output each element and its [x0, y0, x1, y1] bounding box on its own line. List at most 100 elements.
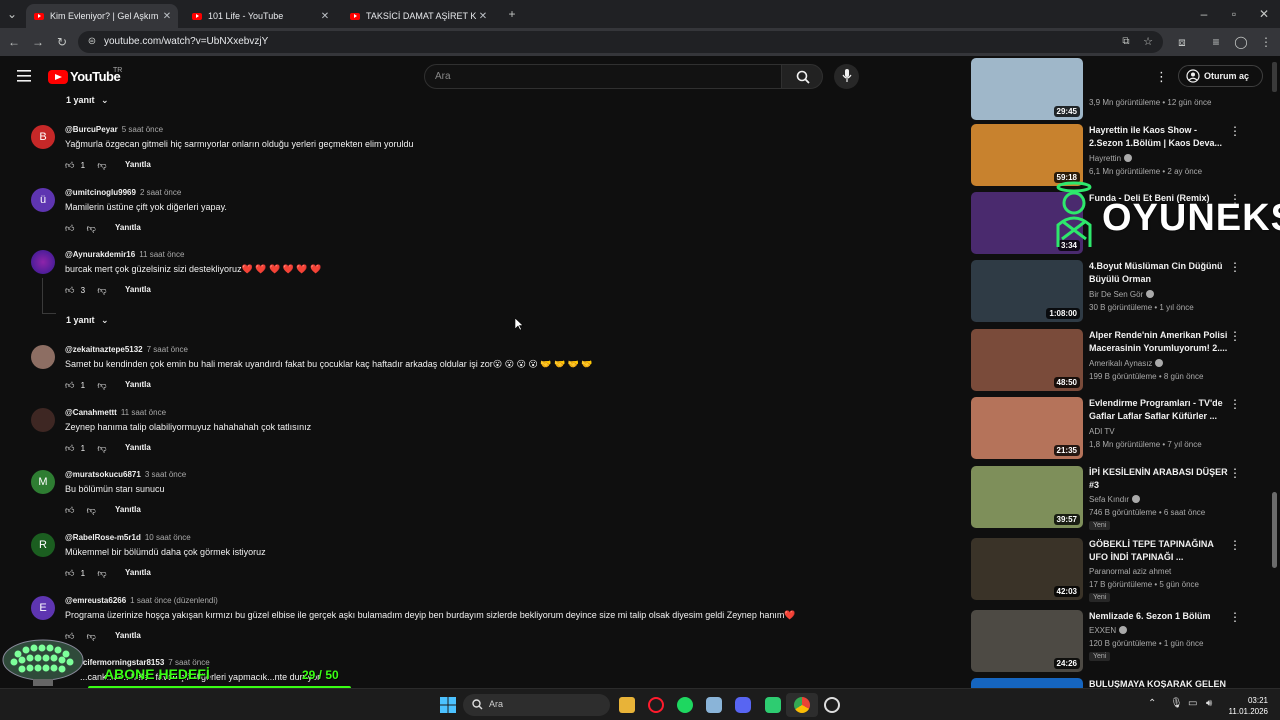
video-title[interactable]: 4.Boyut Müslüman Cin Düğünü Büyülü Orman	[1089, 260, 1229, 286]
windows-start-icon[interactable]	[440, 697, 456, 713]
like-icon[interactable]: 👍︎	[65, 285, 74, 295]
avatar[interactable]: B	[31, 125, 55, 149]
like-icon[interactable]: 👍︎	[65, 160, 74, 170]
video-thumbnail[interactable]: 39:57	[971, 466, 1083, 528]
tab[interactable]: TAKSİCİ DAMAT AŞİRET KIZINI ✕	[342, 4, 494, 28]
comment-author[interactable]: @RabelRose-m5r1d 10 saat önce	[65, 533, 191, 542]
file-explorer-icon[interactable]	[619, 697, 635, 713]
like-icon[interactable]: 👍︎	[65, 443, 74, 453]
install-app-icon[interactable]: ⧉	[1118, 34, 1134, 50]
extensions-icon[interactable]: ⧈	[1174, 34, 1190, 50]
video-channel[interactable]: EXXEN	[1089, 626, 1128, 635]
view-replies-button[interactable]: 1 yanıt ⌄	[66, 315, 109, 326]
search-button[interactable]	[781, 64, 823, 89]
related-video[interactable]: 21:35 Evlendirme Programları - TV'de Gaf…	[971, 397, 1261, 459]
related-video[interactable]: 29:45 3,9 Mn görüntüleme • 12 gün önce	[971, 58, 1261, 120]
video-thumbnail[interactable]: 42:03	[971, 538, 1083, 600]
tab-active[interactable]: Kim Evleniyor? | Gel Aşkım 11. B ✕	[26, 4, 178, 28]
video-channel[interactable]: Amerikalı Aynasız	[1089, 359, 1164, 368]
video-thumbnail[interactable]: 48:50	[971, 329, 1083, 391]
reply-button[interactable]: Yanıtla	[115, 505, 141, 514]
related-video[interactable]: 48:50 Alper Rende'nin Amerikan Polisi Ma…	[971, 329, 1261, 391]
dislike-icon[interactable]: 👎︎	[97, 443, 106, 453]
video-channel[interactable]: ADI TV	[1089, 427, 1115, 436]
related-video[interactable]: BULUŞMAYA KOŞARAK GELEN	[971, 678, 1261, 688]
more-actions-icon[interactable]: ⋮	[1229, 330, 1241, 342]
comment-author[interactable]: @Canahmettt 11 saat önce	[65, 408, 166, 417]
video-title[interactable]: Evlendirme Programları - TV'de Gaflar La…	[1089, 397, 1229, 423]
settings-more-icon[interactable]: ⋮	[1155, 69, 1168, 85]
comment-author[interactable]: @Aynurakdemir16 11 saat önce	[65, 250, 184, 259]
tray-chevron-up-icon[interactable]: ⌃	[1148, 698, 1156, 709]
signin-button[interactable]: Oturum aç	[1178, 65, 1263, 87]
chrome-icon[interactable]	[794, 697, 810, 713]
chrome-menu-icon[interactable]: ⋮	[1258, 34, 1274, 50]
video-title[interactable]: BULUŞMAYA KOŞARAK GELEN	[1089, 678, 1229, 688]
more-actions-icon[interactable]: ⋮	[1229, 398, 1241, 410]
discord-icon[interactable]	[735, 697, 751, 713]
new-tab-icon[interactable]: +	[504, 6, 520, 22]
reply-button[interactable]: Yanıtla	[125, 160, 151, 169]
dislike-icon[interactable]: 👎︎	[87, 505, 96, 515]
taskbar-clock[interactable]: 03:21 11.01.2026	[1226, 695, 1268, 717]
more-actions-icon[interactable]: ⋮	[1229, 539, 1241, 551]
dislike-icon[interactable]: 👎︎	[97, 568, 106, 578]
reply-button[interactable]: Yanıtla	[115, 631, 141, 640]
game-launcher-icon[interactable]	[765, 697, 781, 713]
like-icon[interactable]: 👍︎	[65, 505, 74, 515]
obs-icon[interactable]	[824, 697, 840, 713]
comment-author[interactable]: @zekaitnaztepe5132 7 saat önce	[65, 345, 188, 354]
like-icon[interactable]: 👍︎	[65, 380, 74, 390]
video-title[interactable]: Hayrettin ile Kaos Show - 2.Sezon 1.Bölü…	[1089, 124, 1229, 150]
view-replies-button[interactable]: 1 yanıt ⌄	[66, 95, 109, 106]
microphone-tray-icon[interactable]: 🎙︎	[1170, 698, 1183, 709]
related-video[interactable]: 42:03 GÖBEKLİ TEPE TAPINAĞINA UFO İNDİ T…	[971, 538, 1261, 602]
reply-button[interactable]: Yanıtla	[125, 285, 151, 294]
more-actions-icon[interactable]: ⋮	[1229, 261, 1241, 273]
scrollbar-up-arrow[interactable]	[1272, 62, 1277, 92]
tab-close-icon[interactable]: ✕	[160, 11, 174, 22]
taskbar-search[interactable]: Ara	[463, 694, 610, 716]
comment-author[interactable]: @emreusta6266 1 saat önce (düzenlendi)	[65, 596, 218, 605]
related-video[interactable]: 39:57 İPİ KESİLENİN ARABASI DÜŞER #3 Sef…	[971, 466, 1261, 530]
avatar[interactable]: E	[31, 596, 55, 620]
steam-like-app-icon[interactable]	[706, 697, 722, 713]
network-icon[interactable]: ▭	[1188, 698, 1197, 709]
dislike-icon[interactable]: 👎︎	[87, 223, 96, 233]
menu-icon[interactable]	[17, 70, 31, 82]
voice-search-button[interactable]	[834, 64, 859, 89]
more-actions-icon[interactable]: ⋮	[1229, 125, 1241, 137]
site-info-icon[interactable]: ⊜	[84, 34, 100, 50]
close-window-icon[interactable]: ✕	[1256, 6, 1272, 22]
youtube-logo-icon[interactable]	[48, 70, 68, 84]
dislike-icon[interactable]: 👎︎	[97, 285, 106, 295]
page-scrollbar-thumb[interactable]	[1272, 492, 1277, 568]
video-thumbnail[interactable]: 29:45	[971, 58, 1083, 120]
comment-author[interactable]: @muratsokucu6871 3 saat önce	[65, 470, 186, 479]
dislike-icon[interactable]: 👎︎	[97, 160, 106, 170]
like-icon[interactable]: 👍︎	[65, 568, 74, 578]
volume-icon[interactable]: 🔊︎	[1206, 698, 1212, 709]
tab-search-icon[interactable]: ⌄	[4, 6, 20, 22]
spotify-icon[interactable]	[677, 697, 693, 713]
dislike-icon[interactable]: 👎︎	[97, 380, 106, 390]
opera-icon[interactable]	[648, 697, 664, 713]
search-input[interactable]: Ara	[424, 64, 782, 89]
video-title[interactable]: Nemlizade 6. Sezon 1 Bölüm	[1089, 610, 1229, 623]
media-controls-icon[interactable]: ≡	[1208, 34, 1224, 50]
video-channel[interactable]: Bir De Sen Gör	[1089, 290, 1155, 299]
bookmark-star-icon[interactable]: ☆	[1140, 34, 1156, 50]
reply-button[interactable]: Yanıtla	[115, 223, 141, 232]
related-video[interactable]: 1:08:00 4.Boyut Müslüman Cin Düğünü Büyü…	[971, 260, 1261, 322]
avatar[interactable]: R	[31, 533, 55, 557]
profile-icon[interactable]: ◯	[1233, 34, 1249, 50]
avatar[interactable]: ü	[31, 188, 55, 212]
address-bar[interactable]: ⊜ youtube.com/watch?v=UbNXxebvzjY ⧉ ☆	[78, 31, 1163, 53]
reply-button[interactable]: Yanıtla	[125, 380, 151, 389]
more-actions-icon[interactable]: ⋮	[1229, 611, 1241, 623]
avatar[interactable]	[31, 345, 55, 369]
avatar[interactable]	[31, 250, 55, 274]
tab[interactable]: 101 Life - YouTube ✕	[184, 4, 336, 28]
related-video[interactable]: 24:26 Nemlizade 6. Sezon 1 Bölüm EXXEN 1…	[971, 610, 1261, 672]
forward-icon[interactable]: →	[30, 34, 46, 50]
